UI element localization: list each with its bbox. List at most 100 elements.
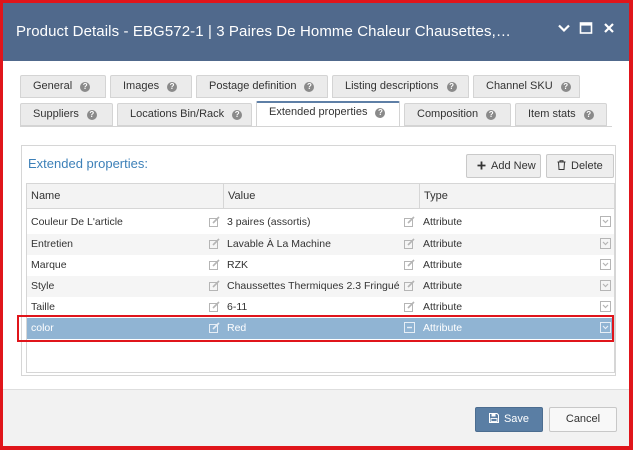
tab-listing-descriptions[interactable]: Listing descriptions? (332, 75, 469, 98)
value-cell[interactable]: RZK (223, 255, 419, 276)
tab-label: Suppliers (33, 108, 79, 120)
column-header-type[interactable]: Type (419, 184, 614, 208)
edit-icon[interactable] (404, 216, 415, 227)
column-header-value[interactable]: Value (223, 184, 419, 208)
type-cell[interactable]: Attribute (419, 255, 614, 276)
edit-icon[interactable] (404, 322, 415, 333)
plus-icon (477, 161, 486, 170)
tab-label: Item stats (528, 108, 576, 120)
name-cell[interactable]: Couleur De L'article (27, 212, 223, 233)
tab-label: Images (123, 80, 160, 92)
tab-locations-bin-rack[interactable]: Locations Bin/Rack? (117, 103, 252, 126)
value-cell[interactable]: 3 paires (assortis) (223, 212, 419, 233)
tab-strip-divider (20, 126, 612, 127)
chevron-down-icon (558, 24, 570, 33)
edit-icon[interactable] (404, 238, 415, 249)
help-icon: ? (167, 82, 178, 92)
tab-label: Locations Bin/Rack (130, 108, 225, 120)
edit-icon[interactable] (209, 216, 220, 227)
dialog-titlebar: Product Details - EBG572-1 | 3 Paires De… (3, 3, 629, 61)
column-header-name[interactable]: Name (27, 184, 223, 208)
table-row[interactable]: Couleur De L'article 3 paires (assortis)… (27, 212, 614, 233)
value-cell[interactable]: Chaussettes Thermiques 2.3 Fringué (223, 276, 403, 297)
dropdown-icon[interactable] (600, 259, 611, 270)
table-row[interactable]: Marque RZK Attribute (27, 255, 614, 276)
delete-label: Delete (571, 160, 603, 172)
name-cell[interactable]: color (27, 318, 223, 339)
dropdown-icon[interactable] (600, 301, 611, 312)
tab-composition[interactable]: Composition? (404, 103, 511, 126)
tab-label: Channel SKU (486, 80, 553, 92)
floppy-disk-icon (488, 413, 499, 423)
edit-icon[interactable] (404, 301, 415, 312)
help-icon: ? (80, 82, 91, 92)
tab-label: Postage definition (209, 80, 297, 92)
close-icon (604, 23, 614, 33)
table-row[interactable]: Taille 6-11 Attribute (27, 297, 614, 318)
name-cell[interactable]: Marque (27, 255, 223, 276)
tab-label: Composition (417, 108, 479, 120)
type-cell[interactable]: Attribute (419, 318, 614, 339)
dropdown-icon[interactable] (600, 238, 611, 249)
maximize-button[interactable] (579, 21, 595, 39)
tab-item-stats[interactable]: Item stats? (515, 103, 607, 126)
tab-extended-properties[interactable]: Extended properties? (256, 101, 400, 127)
save-label: Save (503, 413, 530, 425)
tab-label: General (33, 80, 73, 92)
dialog-footer: Save Cancel (3, 389, 629, 446)
collapse-button[interactable] (557, 21, 573, 39)
tab-label: Extended properties (269, 106, 368, 118)
name-cell[interactable]: Style (27, 276, 223, 297)
type-cell[interactable]: Attribute (419, 276, 614, 297)
dropdown-icon[interactable] (600, 280, 611, 291)
dropdown-icon[interactable] (600, 216, 611, 227)
cancel-button[interactable]: Cancel (549, 407, 617, 432)
type-cell[interactable]: Attribute (419, 212, 614, 233)
tab-label: Listing descriptions (345, 80, 439, 92)
edit-icon[interactable] (209, 280, 220, 291)
edit-icon[interactable] (209, 322, 220, 333)
edit-icon[interactable] (404, 259, 415, 270)
dialog-title: Product Details - EBG572-1 | 3 Paires De… (16, 23, 516, 40)
type-cell[interactable]: Attribute (419, 234, 614, 255)
tab-general[interactable]: General? (20, 75, 106, 98)
tab-suppliers[interactable]: Suppliers? (20, 103, 113, 126)
delete-button[interactable]: Delete (546, 154, 614, 178)
help-icon: ? (86, 110, 97, 120)
maximize-icon (579, 22, 593, 34)
save-button[interactable]: Save (475, 407, 543, 432)
add-new-button[interactable]: Add New (466, 154, 541, 178)
tab-images[interactable]: Images? (110, 75, 192, 98)
name-cell[interactable]: Taille (27, 297, 223, 318)
help-icon: ? (560, 82, 571, 92)
edit-icon[interactable] (209, 259, 220, 270)
help-icon: ? (304, 82, 315, 92)
name-cell[interactable]: Entretien (27, 234, 223, 255)
help-icon: ? (486, 110, 497, 120)
dropdown-icon[interactable] (600, 322, 611, 333)
tab-channel-sku[interactable]: Channel SKU? (473, 75, 580, 98)
help-icon: ? (232, 110, 243, 120)
add-new-label: Add New (491, 160, 536, 172)
help-icon: ? (375, 108, 386, 118)
edit-icon[interactable] (209, 238, 220, 249)
value-cell[interactable]: Red (223, 318, 419, 339)
panel-title: Extended properties: (28, 156, 148, 171)
value-cell[interactable]: Lavable À La Machine (223, 234, 419, 255)
help-icon: ? (446, 82, 457, 92)
tab-postage-definition[interactable]: Postage definition? (196, 75, 328, 98)
edit-icon[interactable] (404, 280, 415, 291)
table-row[interactable]: Style Chaussettes Thermiques 2.3 Fringué… (27, 276, 614, 297)
type-cell[interactable]: Attribute (419, 297, 614, 318)
edit-icon[interactable] (209, 301, 220, 312)
help-icon: ? (583, 110, 594, 120)
value-cell[interactable]: 6-11 (223, 297, 419, 318)
table-row[interactable]: Entretien Lavable À La Machine Attribute (27, 234, 614, 255)
extended-properties-panel: Extended properties: Add New Delete Name… (21, 145, 616, 376)
product-details-dialog: Product Details - EBG572-1 | 3 Paires De… (0, 0, 633, 450)
table-row-selected[interactable]: color Red Attribute (27, 318, 614, 339)
trash-icon (557, 160, 566, 170)
close-button[interactable] (602, 21, 618, 39)
properties-grid: Name Value Type Couleur De L'article 3 p… (26, 183, 615, 373)
grid-header: Name Value Type (27, 184, 614, 209)
